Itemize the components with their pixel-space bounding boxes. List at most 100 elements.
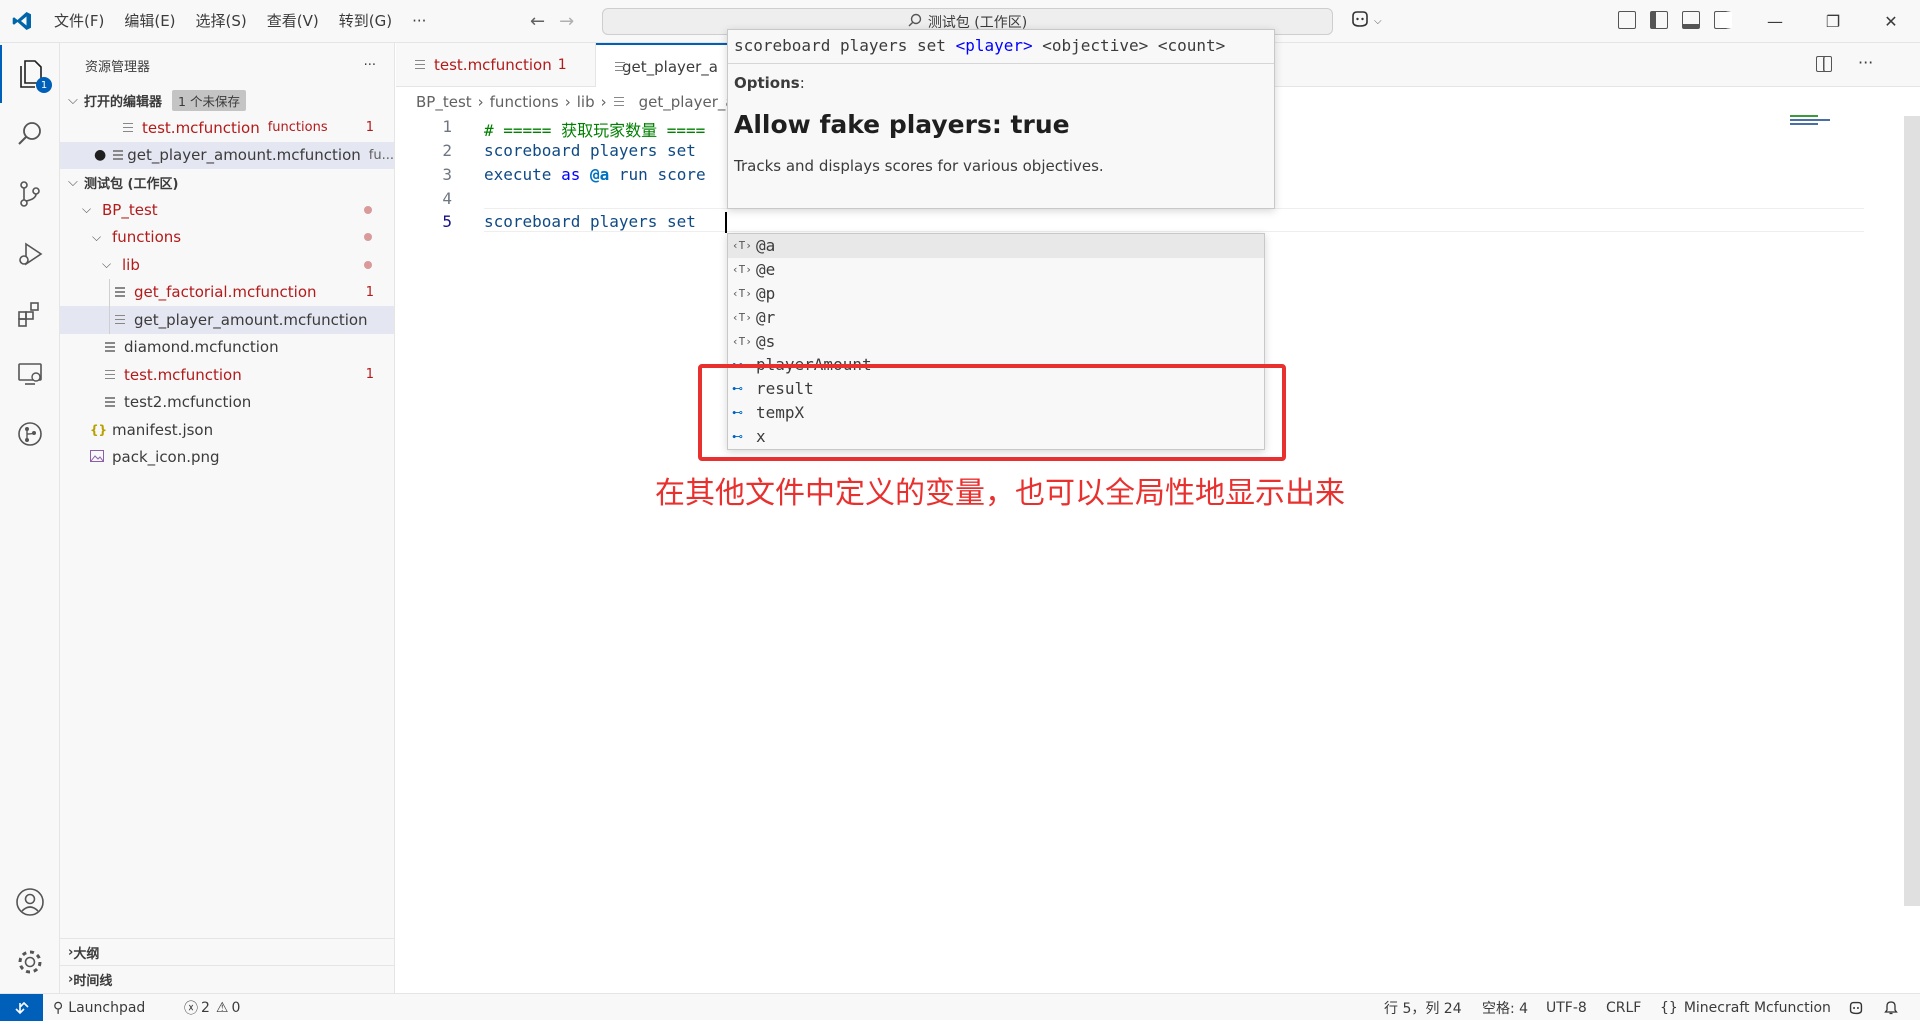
annotation-highlight-box [698,364,1286,461]
encoding[interactable]: UTF-8 [1546,994,1587,1021]
line-number: 4 [396,189,452,208]
menu-selection[interactable]: 选择(S) [186,0,257,43]
timeline-section[interactable]: › 时间线 [60,965,395,992]
tree-file-pack-icon[interactable]: pack_icon.png [60,444,394,472]
tab-get-player-amount[interactable]: get_player_a [596,43,736,88]
launchpad-button[interactable]: ⚲ Launchpad [53,994,145,1021]
type-parameter-icon: ‹T› [732,263,756,276]
open-editors-label: 打开的编辑器 [84,91,162,110]
menu-more[interactable]: ··· [402,0,436,43]
breadcrumb: BP_test › functions › lib › get_player_a [396,88,735,116]
search-view-icon[interactable] [0,105,60,163]
tree-file-test2[interactable]: test2.mcfunction [60,389,394,417]
settings-gear-icon[interactable] [0,933,60,991]
chevron-down-icon: ⌵ [92,230,112,245]
suggestion-item[interactable]: ‹T›@s [728,329,1264,353]
customize-layout-icon[interactable] [1618,11,1636,29]
extensions-icon[interactable] [0,285,60,343]
open-editor-item-get-player-amount[interactable]: ● get_player_amount.mcfunction fu... [60,142,394,170]
tree-file-get-player-amount[interactable]: get_player_amount.mcfunction [60,306,394,334]
outline-section[interactable]: › 大纲 [60,938,395,965]
menu-go[interactable]: 转到(G) [329,0,402,43]
accounts-icon[interactable] [0,873,60,931]
type-parameter-icon: ‹T› [732,287,756,300]
hover-heading: Allow fake players: true [734,110,1268,139]
cursor-position[interactable]: 行 5，列 24 [1384,994,1462,1021]
remote-indicator-icon[interactable] [0,994,43,1021]
git-graph-icon[interactable] [0,405,60,463]
tree-file-test[interactable]: test.mcfunction 1 [60,361,394,389]
sidebar-title: 资源管理器 [85,56,150,75]
tree-file-diamond[interactable]: diamond.mcfunction [60,334,394,362]
remote-explorer-icon[interactable] [0,345,60,403]
tree-file-manifest[interactable]: {} manifest.json [60,416,394,444]
tab-test-mcfunction[interactable]: test.mcfunction 1 [396,43,596,87]
file-icon [122,121,134,135]
annotation-text: 在其他文件中定义的变量，也可以全局性地显示出来 [655,468,1345,512]
chevron-right-icon: › [478,93,484,111]
split-editor-icon[interactable] [1816,56,1832,72]
source-control-icon[interactable] [0,165,60,223]
problems-button[interactable]: ⓧ 2 ⚠ 0 [184,994,240,1021]
minimize-icon[interactable]: — [1746,0,1804,43]
menu-view[interactable]: 查看(V) [257,0,329,43]
minimap[interactable] [1790,115,1850,125]
type-parameter-icon: ‹T› [732,239,756,252]
chevron-down-icon: ⌵ [82,202,102,217]
file-icon [114,313,126,327]
copilot-menu[interactable]: ⌵ [1350,10,1382,32]
toggle-secondary-sidebar-icon[interactable] [1714,11,1732,29]
search-icon [908,13,922,31]
toggle-primary-sidebar-icon[interactable] [1650,11,1668,29]
toggle-panel-icon[interactable] [1682,11,1700,29]
notifications-bell-icon[interactable] [1884,994,1898,1021]
modified-dot [364,261,372,269]
more-actions-button[interactable]: ··· [1858,53,1873,72]
tree-folder-functions[interactable]: ⌵ functions [60,224,394,252]
type-parameter-icon: ‹T› [732,335,756,348]
breadcrumb-lib[interactable]: lib [577,93,595,111]
open-editor-item-test[interactable]: test.mcfunction functions 1 [60,114,394,142]
run-debug-icon[interactable] [0,225,60,283]
tree-file-get-factorial[interactable]: get_factorial.mcfunction 1 [60,279,394,307]
sidebar-more-button[interactable]: ··· [364,58,376,73]
unsaved-badge: 1 个未保存 [172,90,246,111]
explorer-sidebar: 资源管理器 ··· ⌵ 打开的编辑器 1 个未保存 test.mcfunctio… [60,43,395,993]
forward-arrow-icon[interactable]: → [559,11,574,32]
back-arrow-icon[interactable]: ← [530,11,545,32]
indentation[interactable]: 空格: 4 [1482,994,1528,1021]
hover-description: Tracks and displays scores for various o… [734,157,1268,175]
suggestion-item[interactable]: ‹T›@p [728,282,1264,306]
chevron-down-icon: ⌵ [1374,16,1382,27]
chevron-right-icon: › [565,93,571,111]
tree-folder-lib[interactable]: ⌵ lib [60,251,394,279]
tree-folder-bp-test[interactable]: ⌵ BP_test [60,196,394,224]
suggestion-item[interactable]: ‹T›@r [728,305,1264,329]
suggestion-item[interactable]: ‹T›@e [728,258,1264,282]
type-parameter-icon: ‹T› [732,311,756,324]
file-icon [104,368,116,382]
vertical-scrollbar[interactable] [1904,116,1920,906]
outline-label: 大纲 [73,943,99,962]
menu-edit[interactable]: 编辑(E) [114,0,185,43]
menu-file[interactable]: 文件(F) [44,0,114,43]
workspace-section[interactable]: ⌵ 测试包 (工作区) [60,169,394,196]
breadcrumb-functions[interactable]: functions [490,93,559,111]
line-number: 2 [396,141,452,160]
close-icon[interactable]: ✕ [1862,0,1920,43]
modified-dot [364,233,372,241]
end-of-line[interactable]: CRLF [1606,994,1641,1021]
status-bar: ⚲ Launchpad ⓧ 2 ⚠ 0 行 5，列 24 空格: 4 UTF-8… [0,993,1920,1020]
breadcrumb-bp-test[interactable]: BP_test [416,93,472,111]
explorer-icon[interactable]: 1 [0,45,60,103]
open-editors-section[interactable]: ⌵ 打开的编辑器 1 个未保存 [60,87,394,114]
suggestion-item[interactable]: ‹T›@a [728,234,1264,258]
language-mode[interactable]: {} Minecraft Mcfunction [1660,994,1831,1021]
copilot-status-icon[interactable] [1848,994,1864,1021]
restore-icon[interactable]: ❐ [1804,0,1862,43]
code-line-3: execute as @a run score [484,165,706,184]
breadcrumb-file[interactable]: get_player_a [639,93,735,111]
code-line-1: # ===== 获取玩家数量 ==== [484,117,705,141]
chevron-down-icon: ⌵ [68,93,84,108]
line-number: 3 [396,165,452,184]
